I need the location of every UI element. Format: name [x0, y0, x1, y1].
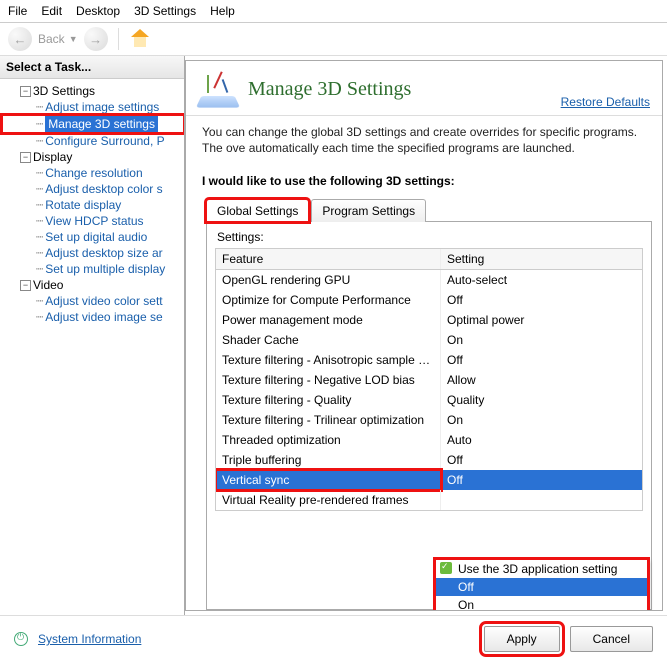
grid-row[interactable]: Texture filtering - Negative LOD biasAll… [216, 370, 642, 390]
collapse-icon[interactable]: − [20, 86, 31, 97]
page-title: Manage 3D Settings [248, 78, 551, 101]
tree-item-digital-audio[interactable]: ┈Set up digital audio [2, 229, 184, 245]
collapse-icon[interactable]: − [20, 280, 31, 291]
toolbar: ← Back ▼ → [0, 23, 667, 56]
menu-desktop[interactable]: Desktop [76, 4, 120, 18]
menu-3d-settings[interactable]: 3D Settings [134, 4, 196, 18]
title-bar: Manage 3D Settings Restore Defaults [186, 61, 662, 116]
grid-row[interactable]: Texture filtering - Anisotropic sample o… [216, 350, 642, 370]
tree-item-video-color[interactable]: ┈Adjust video color sett [2, 293, 184, 309]
tree-group-3d-settings[interactable]: −3D Settings [2, 83, 184, 99]
tabs: Global Settings Program Settings [206, 198, 662, 221]
setting-vertical-sync[interactable]: Off [441, 470, 642, 490]
sidebar: Select a Task... −3D Settings ┈Adjust im… [0, 56, 185, 615]
home-icon[interactable] [129, 28, 151, 50]
forward-button[interactable]: → [84, 27, 108, 51]
grid-row[interactable]: Threaded optimizationAuto [216, 430, 642, 450]
settings-grid: Feature Setting OpenGL rendering GPUAuto… [215, 248, 643, 511]
grid-row[interactable]: Shader CacheOn [216, 330, 642, 350]
grid-row[interactable]: Optimize for Compute PerformanceOff [216, 290, 642, 310]
tree-item-adjust-desktop-color[interactable]: ┈Adjust desktop color s [2, 181, 184, 197]
grid-header: Feature Setting [216, 249, 642, 270]
content-pane: Manage 3D Settings Restore Defaults You … [185, 60, 663, 611]
tree-item-multiple-display[interactable]: ┈Set up multiple display [2, 261, 184, 277]
restore-defaults-link[interactable]: Restore Defaults [561, 95, 650, 109]
menu-bar: File Edit Desktop 3D Settings Help [0, 0, 667, 23]
tree-group-video[interactable]: −Video [2, 277, 184, 293]
menu-file[interactable]: File [8, 4, 27, 18]
grid-row[interactable]: Texture filtering - QualityQuality [216, 390, 642, 410]
tab-global-settings[interactable]: Global Settings [206, 199, 309, 222]
tree-item-desktop-size[interactable]: ┈Adjust desktop size ar [2, 245, 184, 261]
check-icon [440, 562, 452, 574]
back-dropdown-icon[interactable]: ▼ [69, 34, 78, 44]
tree-item-configure-surround[interactable]: ┈Configure Surround, P [2, 133, 184, 149]
back-label: Back [38, 32, 65, 46]
tree-item-view-hdcp[interactable]: ┈View HDCP status [2, 213, 184, 229]
menu-help[interactable]: Help [210, 4, 235, 18]
col-setting: Setting [441, 249, 642, 269]
grid-row[interactable]: Virtual Reality pre-rendered frames [216, 490, 642, 510]
back-button[interactable]: ← [8, 27, 32, 51]
tree-item-manage-3d[interactable]: ┈Manage 3D settings [2, 115, 184, 133]
tree-item-rotate-display[interactable]: ┈Rotate display [2, 197, 184, 213]
dropdown-option-on[interactable]: On [436, 596, 647, 611]
section-heading: I would like to use the following 3D set… [186, 164, 662, 194]
task-tree: −3D Settings ┈Adjust image settings ┈Man… [0, 79, 184, 615]
grid-row[interactable]: OpenGL rendering GPUAuto-select [216, 270, 642, 290]
tab-body: Settings: Feature Setting OpenGL renderi… [206, 221, 652, 610]
tree-item-adjust-image[interactable]: ┈Adjust image settings [2, 99, 184, 115]
apply-button[interactable]: Apply [484, 626, 560, 652]
tree-group-display[interactable]: −Display [2, 149, 184, 165]
dropdown-option-off[interactable]: Off [436, 578, 647, 596]
dropdown-option-use-app[interactable]: Use the 3D application setting [436, 560, 647, 578]
toolbar-separator [118, 28, 119, 50]
system-information-link[interactable]: System Information [38, 632, 141, 646]
feature-vertical-sync: Vertical sync [216, 470, 441, 490]
sidebar-title: Select a Task... [0, 56, 184, 79]
grid-row-vertical-sync[interactable]: Vertical sync Off [216, 470, 642, 490]
tree-item-video-image[interactable]: ┈Adjust video image se [2, 309, 184, 325]
tree-item-change-resolution[interactable]: ┈Change resolution [2, 165, 184, 181]
cancel-button[interactable]: Cancel [570, 626, 653, 652]
settings-label: Settings: [217, 230, 643, 244]
grid-row[interactable]: Power management modeOptimal power [216, 310, 642, 330]
menu-edit[interactable]: Edit [41, 4, 62, 18]
tab-program-settings[interactable]: Program Settings [311, 199, 426, 222]
footer: System Information Apply Cancel [0, 615, 667, 662]
vertical-sync-dropdown[interactable]: Use the 3D application setting Off On Ad… [435, 559, 648, 611]
page-description: You can change the global 3D settings an… [186, 116, 662, 164]
col-feature: Feature [216, 249, 441, 269]
grid-row[interactable]: Texture filtering - Trilinear optimizati… [216, 410, 642, 430]
system-info-icon [14, 632, 28, 646]
grid-row[interactable]: Triple bufferingOff [216, 450, 642, 470]
collapse-icon[interactable]: − [20, 152, 31, 163]
page-logo-icon [198, 69, 238, 109]
